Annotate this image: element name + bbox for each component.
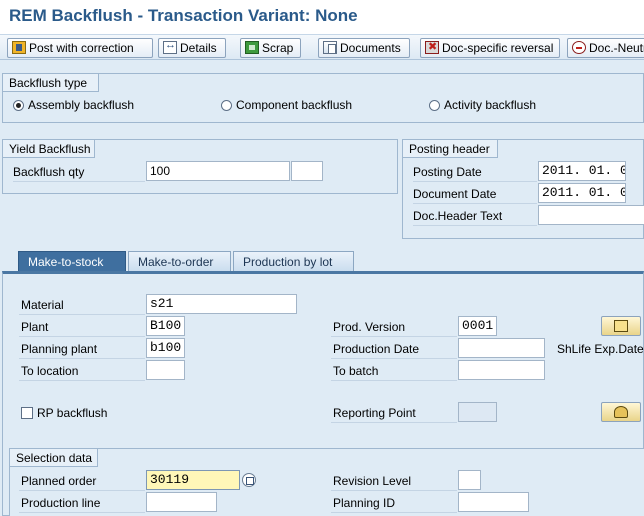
print-label-button[interactable]: [601, 316, 641, 336]
to-batch-label: To batch: [333, 364, 379, 378]
prod-version-label: Prod. Version: [333, 320, 406, 334]
label-underline: [19, 314, 145, 315]
label-underline: [331, 490, 457, 491]
doc-specific-reversal-label: Doc-specific reversal: [442, 41, 554, 55]
production-line-label: Production line: [21, 496, 101, 510]
scrap-icon: [245, 41, 259, 54]
assembly-backflush-label: Assembly backflush: [28, 98, 135, 112]
revision-level-label: Revision Level: [333, 474, 412, 488]
activity-backflush-label: Activity backflush: [444, 98, 537, 112]
selection-data-title: Selection data: [10, 449, 98, 467]
scrap-label: Scrap: [262, 41, 294, 55]
to-location-label: To location: [21, 364, 79, 378]
plant-input[interactable]: B100: [146, 316, 185, 336]
to-location-input[interactable]: [146, 360, 185, 380]
backflush-qty-label: Backflush qty: [13, 165, 85, 179]
printer-icon: [614, 320, 628, 332]
shlife-exp-date-label: ShLife Exp.Date: [557, 342, 644, 356]
label-underline: [19, 512, 145, 513]
make-to-stock-tab-panel: Material s21 Plant B100 Planning plant b…: [2, 271, 644, 516]
label-underline: [13, 181, 145, 182]
planning-id-label: Planning ID: [333, 496, 396, 510]
label-underline: [413, 181, 537, 182]
label-underline: [19, 358, 145, 359]
posting-header-title: Posting header: [403, 140, 498, 158]
label-underline: [413, 203, 537, 204]
prod-version-input[interactable]: 0001: [458, 316, 497, 336]
component-backflush-radio[interactable]: [221, 100, 232, 111]
doc-specific-reversal-button[interactable]: Doc-specific reversal: [420, 38, 560, 58]
tab-production-by-lot[interactable]: Production by lot: [233, 251, 354, 272]
tab-make-to-stock[interactable]: Make-to-stock: [18, 251, 126, 272]
unit-of-measure-input[interactable]: [291, 161, 323, 181]
doc-header-text-input[interactable]: [538, 205, 644, 225]
backflush-type-title: Backflush type: [3, 74, 99, 92]
window-title: REM Backflush - Transaction Variant: Non…: [9, 6, 358, 25]
planning-plant-input[interactable]: b100: [146, 338, 185, 358]
reporting-point-label: Reporting Point: [333, 406, 416, 420]
tab-make-to-order[interactable]: Make-to-order: [128, 251, 231, 272]
activity-backflush-radio[interactable]: [429, 100, 440, 111]
planned-order-input[interactable]: 30119: [146, 470, 240, 490]
label-underline: [331, 512, 457, 513]
person-icon: [614, 406, 628, 418]
component-backflush-label: Component backflush: [236, 98, 353, 112]
documents-label: Documents: [340, 41, 401, 55]
yield-backflush-group: Yield Backflush Backflush qty 100: [2, 139, 398, 194]
planning-id-input[interactable]: [458, 492, 529, 512]
revision-level-input[interactable]: [458, 470, 481, 490]
post-with-correction-button[interactable]: Post with correction: [7, 38, 153, 58]
post-with-correction-label: Post with correction: [29, 41, 134, 55]
title-bar: REM Backflush - Transaction Variant: Non…: [0, 0, 644, 34]
document-date-input[interactable]: 2011. 01. 04: [538, 183, 626, 203]
rp-backflush-label: RP backflush: [37, 406, 108, 420]
label-underline: [19, 380, 145, 381]
label-underline: [19, 336, 145, 337]
doc-specific-reversal-icon: [425, 40, 439, 54]
posting-header-group: Posting header Posting Date 2011. 01. 04…: [402, 139, 644, 239]
details-label: Details: [180, 41, 217, 55]
planning-plant-label: Planning plant: [21, 342, 98, 356]
label-underline: [413, 225, 537, 226]
production-date-input[interactable]: [458, 338, 545, 358]
rp-backflush-checkbox[interactable]: [21, 407, 33, 419]
backflush-qty-input[interactable]: 100: [146, 161, 290, 181]
post-with-correction-icon: [12, 41, 26, 54]
plant-label: Plant: [21, 320, 49, 334]
doc-neutral-icon: [572, 41, 586, 54]
planned-order-label: Planned order: [21, 474, 97, 488]
user-button[interactable]: [601, 402, 641, 422]
label-underline: [331, 422, 457, 423]
production-line-input[interactable]: [146, 492, 217, 512]
assembly-backflush-radio[interactable]: [13, 100, 24, 111]
production-date-label: Production Date: [333, 342, 420, 356]
label-underline: [331, 358, 457, 359]
documents-button[interactable]: Documents: [318, 38, 410, 58]
selection-data-group: Selection data Planned order 30119 Produ…: [9, 448, 644, 516]
label-underline: [331, 336, 457, 337]
application-toolbar: Post with correction Details Scrap Docum…: [0, 34, 644, 60]
yield-backflush-title: Yield Backflush: [3, 140, 95, 158]
to-batch-input[interactable]: [458, 360, 545, 380]
material-label: Material: [21, 298, 64, 312]
documents-icon: [323, 41, 337, 54]
material-input[interactable]: s21: [146, 294, 297, 314]
document-date-label: Document Date: [413, 187, 497, 201]
posting-date-label: Posting Date: [413, 165, 482, 179]
details-icon: [163, 39, 177, 54]
scrap-button[interactable]: Scrap: [240, 38, 301, 58]
value-help-icon[interactable]: [242, 473, 256, 487]
label-underline: [331, 380, 457, 381]
posting-date-input[interactable]: 2011. 01. 04: [538, 161, 626, 181]
doc-neutral-label: Doc.-Neutr: [589, 41, 644, 55]
details-button[interactable]: Details: [158, 38, 226, 58]
doc-header-text-label: Doc.Header Text: [413, 209, 503, 223]
doc-neutral-reversal-button[interactable]: Doc.-Neutr: [567, 38, 644, 58]
backflush-type-group: Backflush type Assembly backflush Compon…: [2, 73, 644, 123]
label-underline: [19, 490, 145, 491]
reporting-point-input: [458, 402, 497, 422]
